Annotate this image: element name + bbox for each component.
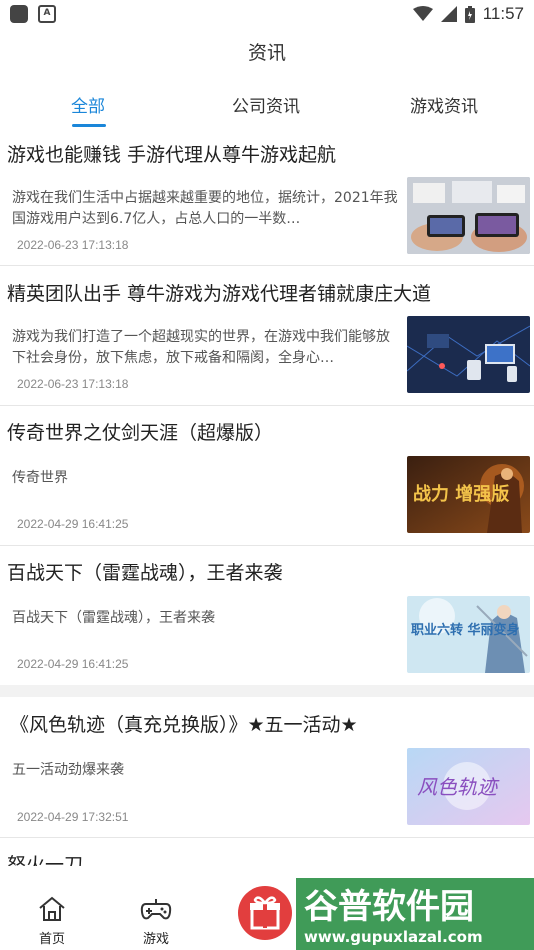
battery-icon [464, 5, 475, 23]
network-devices-image [407, 316, 530, 393]
news-date: 2022-04-29 17:32:51 [17, 810, 129, 824]
news-date: 2022-04-29 16:41:25 [17, 657, 129, 671]
news-title: 《风色轨迹（真充兑换版）》★五一活动★ [10, 714, 358, 736]
news-summary: 百战天下（雷霆战魂），王者来袭 [12, 610, 215, 626]
nav-home-label: 首页 [38, 932, 65, 947]
page-title: 资讯 [247, 42, 286, 64]
news-title: 百战天下（雷霆战魂），王者来袭 [7, 562, 283, 584]
news-title: 精英团队出手 尊牛游戏为游戏代理者铺就康庄大道 [7, 283, 432, 305]
tab-all[interactable]: 全部 [71, 92, 105, 117]
tab-bar: 全部 公司资讯 游戏资讯 [0, 86, 534, 130]
news-thumbnail: 风色轨迹 [407, 748, 530, 825]
news-date: 2022-06-23 17:13:18 [17, 238, 129, 252]
wifi-icon [412, 6, 433, 21]
divider [0, 405, 534, 406]
nav-games-label: 游戏 [142, 932, 169, 947]
news-item[interactable]: 《风色轨迹（真充兑换版）》★五一活动★ 五一活动劲爆来袭 2022-04-29 … [0, 710, 534, 837]
active-tab-indicator [72, 124, 106, 127]
status-bar: A 11:57 [0, 0, 534, 28]
news-item[interactable]: 游戏也能赚钱 手游代理从尊牛游戏起航 游戏在我们生活中占据越来越重要的地位，据统… [0, 140, 534, 265]
bottom-nav: 首页 游戏 谷普软件园 www.gupuxlazal.com [0, 866, 534, 950]
signal-icon [440, 6, 457, 22]
nav-games[interactable]: 游戏 [126, 896, 186, 947]
tab-company-news[interactable]: 公司资讯 [232, 92, 300, 117]
gift-icon [250, 896, 280, 930]
warrior-banner-image: 战力 增强版 [407, 456, 530, 533]
news-summary: 游戏为我们打造了一个超越现实的世界，在游戏中我们能够放下社会身份，放下焦虑，放下… [12, 329, 390, 366]
warrior-banner-text: 战力 增强版 [413, 483, 509, 505]
news-title: 传奇世界之仗剑天涯（超爆版） [7, 422, 274, 444]
gamepad-icon [140, 899, 172, 920]
swordsman-banner-image: 职业六转 华丽变身 [407, 596, 530, 673]
news-item[interactable]: 百战天下（雷霆战魂），王者来袭 百战天下（雷霆战魂），王者来袭 2022-04-… [0, 558, 534, 685]
section-gap [0, 685, 534, 697]
watermark-url: www.gupuxlazal.com [304, 928, 483, 946]
watermark-title: 谷普软件园 [304, 887, 474, 927]
news-thumbnail [407, 177, 530, 254]
app-notification-icon [10, 5, 28, 23]
hands-phones-image [407, 177, 530, 254]
news-thumbnail [407, 316, 530, 393]
fengse-logo-image: 风色轨迹 [407, 748, 530, 825]
news-thumbnail: 职业六转 华丽变身 [407, 596, 530, 673]
news-summary: 游戏在我们生活中占据越来越重要的地位，据统计，2021年我国游戏用户达到6.7亿… [12, 190, 398, 227]
divider [0, 265, 534, 266]
clock: 11:57 [482, 4, 524, 23]
news-summary: 传奇世界 [12, 470, 68, 486]
swordsman-banner-text: 职业六转 华丽变身 [411, 622, 520, 638]
news-date: 2022-06-23 17:13:18 [17, 377, 129, 391]
news-summary: 五一活动劲爆来袭 [12, 762, 124, 778]
news-item[interactable]: 传奇世界之仗剑天涯（超爆版） 传奇世界 2022-04-29 16:41:25 … [0, 418, 534, 545]
news-thumbnail: 战力 增强版 [407, 456, 530, 533]
tab-game-news[interactable]: 游戏资讯 [410, 92, 478, 117]
watermark-logo: 谷普软件园 www.gupuxlazal.com [296, 878, 534, 950]
gift-button[interactable] [238, 886, 292, 940]
home-icon [39, 896, 65, 921]
news-date: 2022-04-29 16:41:25 [17, 517, 129, 531]
a-notification-icon: A [38, 5, 56, 23]
nav-home[interactable]: 首页 [22, 896, 82, 947]
divider [0, 545, 534, 546]
fengse-logo-text: 风色轨迹 [417, 775, 500, 799]
news-item[interactable]: 精英团队出手 尊牛游戏为游戏代理者铺就康庄大道 游戏为我们打造了一个超越现实的世… [0, 279, 534, 405]
news-title: 游戏也能赚钱 手游代理从尊牛游戏起航 [7, 144, 337, 166]
divider [0, 837, 534, 838]
